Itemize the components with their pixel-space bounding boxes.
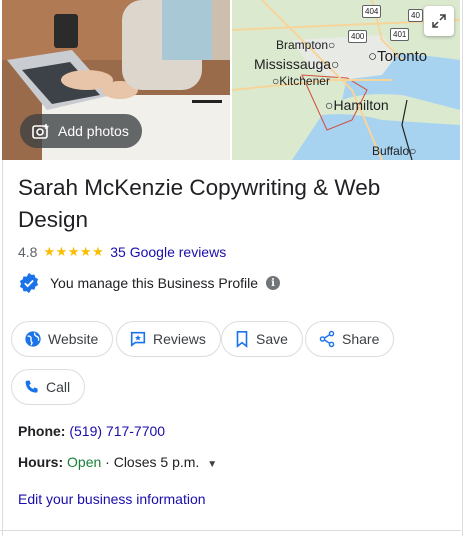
reviews-button-label: Reviews [153,331,206,347]
expand-map-button[interactable] [424,6,454,36]
highway-shield: 404 [362,5,382,18]
business-name: Sarah McKenzie Copywriting & Web Design [18,175,381,232]
phone-row: Phone: (519) 717-7700 [18,423,165,439]
map-label-hamilton: ○Hamilton [325,97,389,113]
save-button-label: Save [256,331,288,347]
star-rating-icon: ★★★★★ [43,244,105,259]
rating-row: 4.8 ★★★★★ 35 Google reviews [18,244,226,260]
map-label-toronto: ○Toronto [368,48,428,65]
reviews-button[interactable]: Reviews [116,321,221,357]
verified-badge-icon [19,272,39,294]
website-button[interactable]: Website [11,321,114,357]
rating-value: 4.8 [18,244,38,260]
highway-shield: 400 [348,30,368,43]
open-status: Open [67,454,102,470]
managed-profile-row: You manage this Business Profile i [18,272,281,294]
share-button-label: Share [342,331,380,347]
map-label-brampton: Brampton○ [276,38,336,52]
save-button[interactable]: Save [221,321,303,357]
location-map[interactable]: 404 40 400 401 Brampton○ Mississauga○ ○T… [232,0,460,160]
map-label-kitchener: ○Kitchener [272,74,330,88]
hours-dropdown-icon[interactable]: ▼ [207,459,217,470]
globe-icon [25,331,41,347]
closing-time: · Closes 5 p.m. [101,454,200,470]
call-button-label: Call [46,379,71,395]
review-icon [130,331,146,347]
divider [0,530,461,531]
share-button[interactable]: Share [305,321,395,357]
call-button[interactable]: Call [11,369,86,405]
edit-business-info-link[interactable]: Edit your business information [18,491,206,507]
highway-shield: 401 [390,28,410,41]
reviews-count-link[interactable]: 35 Google reviews [110,244,226,260]
highway-shield: 40 [408,9,423,22]
info-icon[interactable]: i [266,276,281,290]
hours-row: Hours: Open · Closes 5 p.m. ▼ [18,454,217,470]
managed-profile-text: You manage this Business Profile [50,275,259,291]
phone-label: Phone: [18,423,66,439]
business-photo[interactable]: Add photos [2,0,230,160]
map-label-mississauga: Mississauga○ [254,56,340,72]
add-photos-button[interactable]: Add photos [20,114,142,148]
hours-label: Hours: [18,454,64,470]
add-photos-label: Add photos [58,123,129,139]
map-label-buffalo: Buffalo○ [372,144,417,158]
bookmark-icon [236,330,248,348]
phone-number-link[interactable]: (519) 717-7700 [69,423,165,439]
add-photo-icon [32,124,49,139]
share-icon [319,330,335,348]
expand-icon [432,14,446,28]
phone-icon [25,380,38,393]
website-button-label: Website [48,331,99,347]
